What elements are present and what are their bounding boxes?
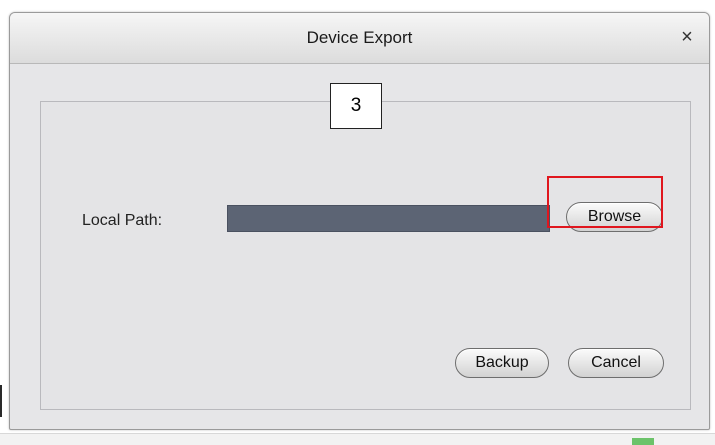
background-status-indicator	[632, 438, 654, 445]
dialog-title: Device Export	[306, 28, 413, 47]
close-icon[interactable]: ×	[677, 26, 697, 48]
dialog-titlebar[interactable]: Device Export ×	[10, 13, 709, 64]
browse-button[interactable]: Browse	[566, 202, 663, 232]
local-path-label: Local Path:	[82, 212, 163, 229]
screen: Device Export × Local Path: Browse Backu…	[0, 0, 715, 445]
background-app-strip	[0, 433, 715, 445]
local-path-input[interactable]	[227, 205, 550, 232]
device-export-dialog: Device Export × Local Path: Browse Backu…	[9, 12, 710, 430]
cancel-button[interactable]: Cancel	[568, 348, 664, 378]
backup-button[interactable]: Backup	[455, 348, 549, 378]
step-number-badge: 3	[330, 83, 382, 129]
background-app-edge	[0, 385, 2, 417]
